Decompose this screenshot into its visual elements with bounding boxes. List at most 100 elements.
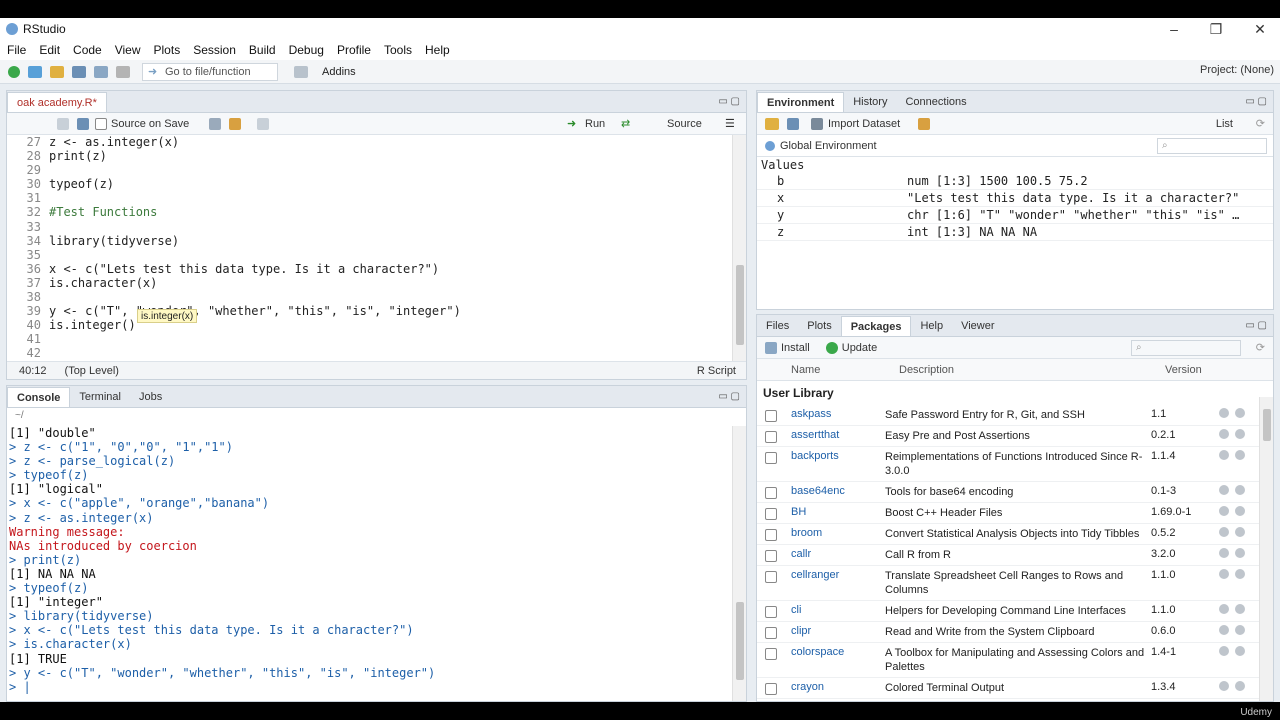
globe-icon[interactable] [1219,604,1229,614]
tab-packages[interactable]: Packages [840,316,912,336]
environment-row[interactable]: z int [1:3] NA NA NA [757,224,1273,241]
code-line[interactable]: 39 y <- c("T", "wonder", "whether", "this… [7,304,732,318]
globe-icon[interactable] [1219,450,1229,460]
package-load-checkbox[interactable] [765,452,777,464]
tab-oak-academy[interactable]: oak academy.R* [7,92,107,112]
menu-view[interactable]: View [115,43,141,57]
project-menu[interactable]: Project: (None) [1200,64,1274,76]
tab-environment[interactable]: Environment [757,92,845,112]
code-line[interactable]: 35 [7,248,732,262]
package-load-checkbox[interactable] [765,431,777,443]
code-line[interactable]: 40 is.integer() [7,318,732,332]
menu-tools[interactable]: Tools [384,43,412,57]
globe-icon[interactable] [1219,506,1229,516]
environment-search-input[interactable]: ⌕ [1157,137,1267,154]
package-load-checkbox[interactable] [765,648,777,660]
globe-icon[interactable] [1219,527,1229,537]
package-name-link[interactable]: crayon [777,681,885,693]
package-load-checkbox[interactable] [765,550,777,562]
code-line[interactable]: 31 [7,191,732,205]
code-tools-icon[interactable] [229,117,242,130]
globe-icon[interactable] [1219,625,1229,635]
code-line[interactable]: 29 [7,163,732,177]
close-icon[interactable]: ✕ [1240,18,1280,40]
tab-plots[interactable]: Plots [798,316,840,336]
global-environment-select[interactable]: Global Environment [780,140,877,152]
globe-icon[interactable] [1219,408,1229,418]
package-load-checkbox[interactable] [765,508,777,520]
remove-icon[interactable] [1235,527,1245,537]
pane-minmax-icon[interactable]: ▭ ▢ [1245,320,1267,331]
package-name-link[interactable]: cellranger [777,569,885,581]
code-line[interactable]: 27 z <- as.integer(x) [7,135,732,149]
print-icon[interactable] [116,65,130,78]
code-line[interactable]: 37 is.character(x) [7,276,732,290]
package-load-checkbox[interactable] [765,529,777,541]
tab-viewer[interactable]: Viewer [952,316,1003,336]
remove-icon[interactable] [1235,625,1245,635]
go-to-file-input[interactable]: Go to file/function [142,62,278,81]
package-name-link[interactable]: BH [777,506,885,518]
menu-session[interactable]: Session [193,43,236,57]
remove-icon[interactable] [1235,408,1245,418]
pane-layout-icon[interactable] [294,65,308,78]
remove-icon[interactable] [1235,450,1245,460]
globe-icon[interactable] [1219,548,1229,558]
menu-build[interactable]: Build [249,43,276,57]
col-name[interactable]: Name [791,364,899,376]
addins-menu[interactable]: Addins [322,66,356,78]
open-file-icon[interactable] [50,65,64,78]
globe-icon[interactable] [1219,485,1229,495]
console-scrollbar[interactable] [732,426,746,701]
update-button[interactable]: Update [842,342,877,354]
console-output[interactable]: [1] "double" > z <- c("1", "0","0", "1","… [7,426,732,701]
save-workspace-icon[interactable] [787,117,799,130]
environment-row[interactable]: b num [1:3] 1500 100.5 75.2 [757,173,1273,190]
globe-icon[interactable] [1219,569,1229,579]
source-on-save-checkbox[interactable] [95,117,107,130]
rerun-icon[interactable]: ⇄ [621,117,630,130]
package-name-link[interactable]: askpass [777,408,885,420]
tab-help[interactable]: Help [911,316,952,336]
col-version[interactable]: Version [1159,364,1229,376]
save-file-icon[interactable] [77,117,89,130]
menu-profile[interactable]: Profile [337,43,371,57]
package-name-link[interactable]: broom [777,527,885,539]
package-name-link[interactable]: clipr [777,625,885,637]
editor-scrollbar[interactable] [732,135,746,363]
tab-jobs[interactable]: Jobs [130,387,171,407]
show-in-window-icon[interactable] [57,117,69,130]
code-line[interactable]: 41 [7,332,732,346]
pane-minmax-icon[interactable]: ▭ ▢ [718,391,740,402]
pane-minmax-icon[interactable]: ▭ ▢ [1245,96,1267,107]
globe-icon[interactable] [1219,646,1229,656]
code-line[interactable]: 30 typeof(z) [7,177,732,191]
package-name-link[interactable]: assertthat [777,429,885,441]
remove-icon[interactable] [1235,604,1245,614]
refresh-icon[interactable]: ⟳ [1256,117,1265,130]
packages-search-input[interactable]: ⌕ [1131,339,1241,356]
package-name-link[interactable]: colorspace [777,646,885,658]
package-name-link[interactable]: backports [777,450,885,462]
refresh-icon[interactable]: ⟳ [1256,341,1265,354]
globe-icon[interactable] [1219,681,1229,691]
code-line[interactable]: 36 x <- c("Lets test this data type. Is i… [7,262,732,276]
col-description[interactable]: Description [899,364,1159,376]
code-line[interactable]: 32 #Test Functions [7,205,732,219]
package-name-link[interactable]: base64enc [777,485,885,497]
remove-icon[interactable] [1235,548,1245,558]
menu-edit[interactable]: Edit [39,43,60,57]
new-project-icon[interactable] [28,65,42,78]
menu-help[interactable]: Help [425,43,450,57]
load-workspace-icon[interactable] [765,117,779,130]
tab-files[interactable]: Files [757,316,798,336]
code-line[interactable]: 42 [7,346,732,360]
package-name-link[interactable]: callr [777,548,885,560]
compile-report-icon[interactable] [257,117,270,130]
clear-broom-icon[interactable] [918,117,931,130]
view-mode-select[interactable]: List [1216,118,1233,130]
minimize-icon[interactable]: – [1154,18,1194,40]
globe-icon[interactable] [1219,429,1229,439]
working-directory[interactable]: ~/ [7,408,746,424]
package-load-checkbox[interactable] [765,683,777,695]
